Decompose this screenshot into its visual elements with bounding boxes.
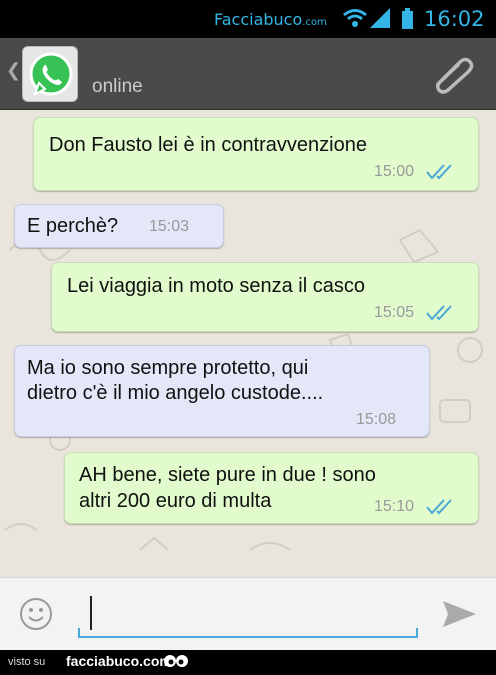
message-text-line-2: altri 200 euro di multa xyxy=(79,490,272,512)
double-check-icon xyxy=(426,499,452,515)
paperclip-icon[interactable] xyxy=(430,54,476,94)
chevron-left-icon[interactable]: ❮ xyxy=(6,60,21,81)
message-time: 15:00 xyxy=(374,163,415,180)
message-time: 15:10 xyxy=(374,498,415,515)
double-check-icon xyxy=(426,164,452,180)
message-input[interactable] xyxy=(78,592,418,638)
message-time: 15:03 xyxy=(149,218,190,235)
double-check-icon xyxy=(426,305,452,321)
input-underline-right xyxy=(416,628,418,638)
message-text: E perchè? xyxy=(27,215,119,237)
smiley-icon[interactable] xyxy=(19,597,53,631)
footer-brand: facciabuco.com xyxy=(66,653,172,669)
googly-eyes-icon xyxy=(164,655,188,667)
whatsapp-logo-icon xyxy=(29,52,73,97)
message-bubble-outgoing[interactable]: Lei viaggia in moto senza il casco 15:05 xyxy=(51,262,479,332)
message-text: Lei viaggia in moto senza il casco xyxy=(67,275,365,297)
message-text: Don Fausto lei è in contravvenzione xyxy=(49,134,367,156)
chat-area[interactable]: Don Fausto lei è in contravvenzione 15:0… xyxy=(0,110,496,577)
status-brand: Facciabuco.com xyxy=(214,10,327,29)
message-bubble-outgoing[interactable]: Don Fausto lei è in contravvenzione 15:0… xyxy=(33,117,479,191)
message-time: 15:05 xyxy=(374,304,415,321)
battery-icon xyxy=(402,8,413,29)
input-underline-left xyxy=(78,628,80,638)
signal-icons xyxy=(343,8,413,29)
message-input-bar xyxy=(0,577,496,650)
message-bubble-outgoing[interactable]: AH bene, siete pure in due ! sono 15:10 … xyxy=(64,452,479,524)
message-text-line-1: Ma io sono sempre protetto, qui xyxy=(27,357,309,379)
message-text-line-1: AH bene, siete pure in due ! sono xyxy=(79,464,376,486)
watermark-footer: visto su facciabuco.com xyxy=(0,650,496,675)
footer-prefix: visto su xyxy=(8,656,46,668)
message-bubble-incoming[interactable]: E perchè? 15:03 xyxy=(14,204,224,248)
contact-status: online xyxy=(92,76,143,97)
chat-header: ❮ online xyxy=(0,38,496,110)
avatar[interactable] xyxy=(22,46,78,102)
status-time: 16:02 xyxy=(424,7,485,31)
send-arrow-icon[interactable] xyxy=(440,598,478,630)
status-bar: Facciabuco.com 16:02 xyxy=(0,0,496,38)
message-bubble-incoming[interactable]: Ma io sono sempre protetto, qui dietro c… xyxy=(14,345,430,437)
wifi-icon xyxy=(343,9,367,27)
message-text-line-2: dietro c'è il mio angelo custode.... xyxy=(27,382,324,404)
text-cursor xyxy=(90,596,92,630)
cell-signal-icon xyxy=(370,8,390,28)
message-time: 15:08 xyxy=(356,411,397,428)
